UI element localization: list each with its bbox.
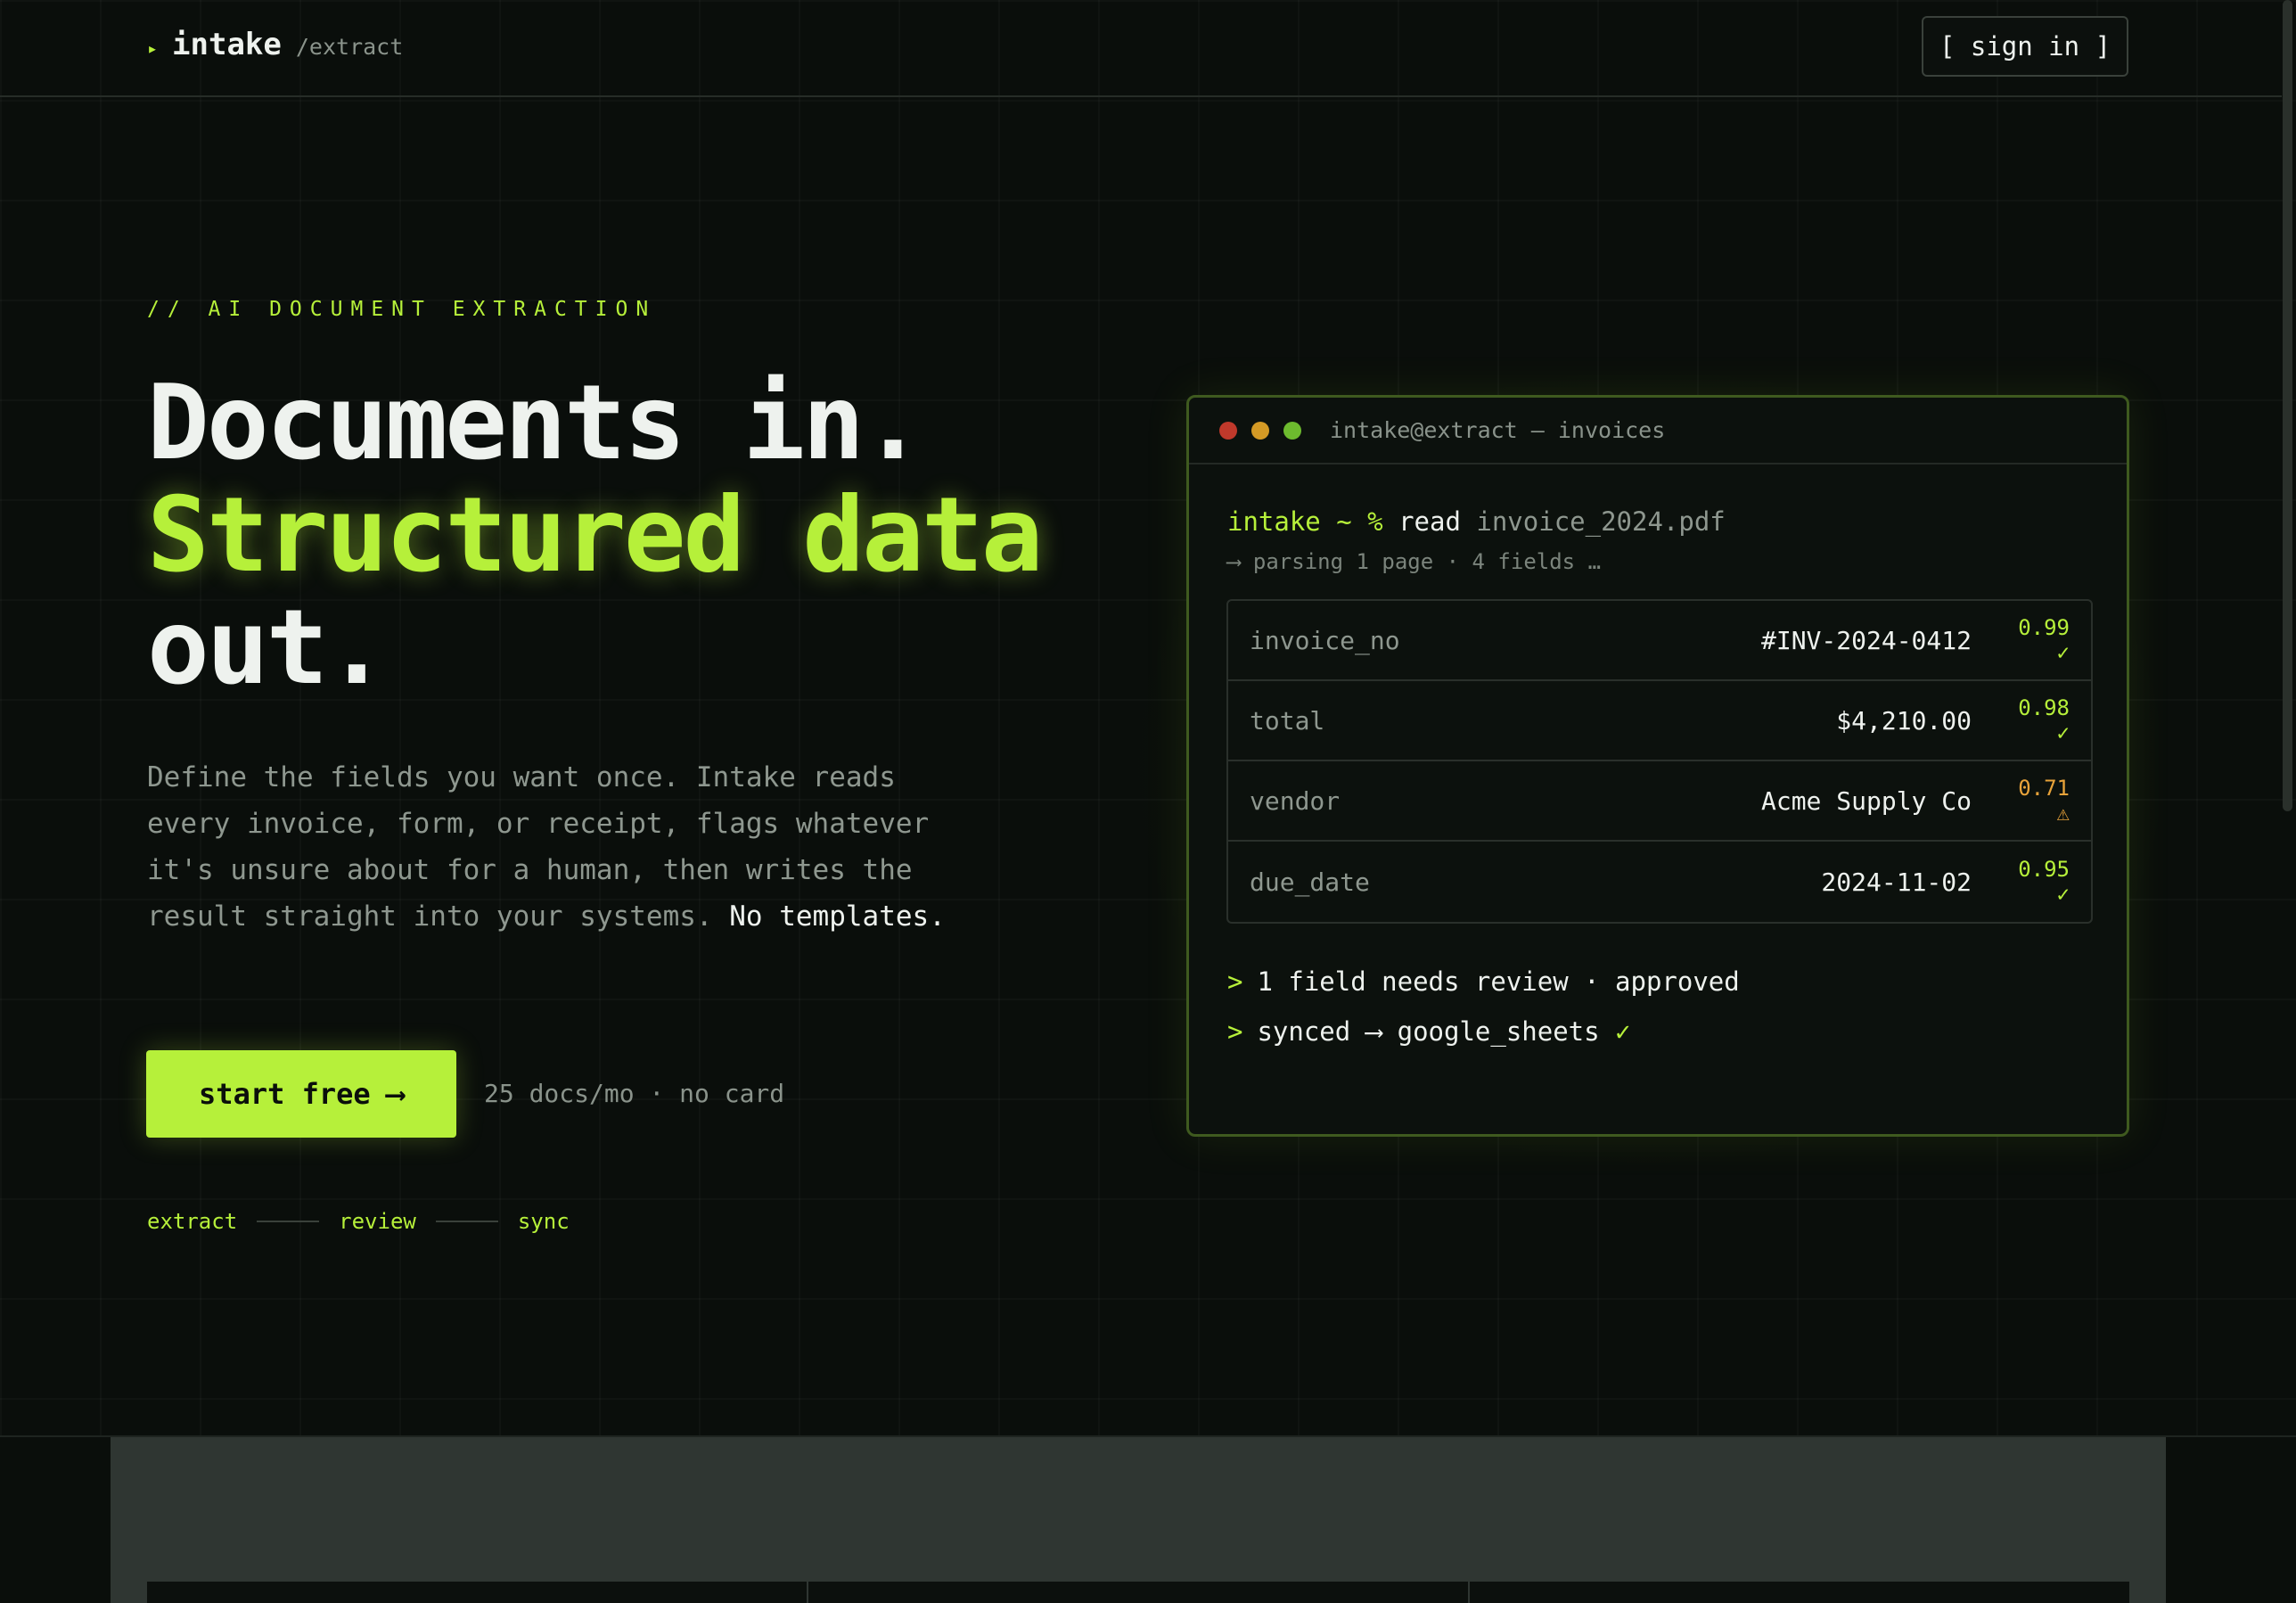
field-value: Acme Supply Co — [1760, 785, 1972, 816]
log-text: synced ⟶ google_sheets — [1257, 1016, 1600, 1047]
log-prefix: > — [1227, 966, 1243, 997]
table-row: vendor Acme Supply Co 0.71 ⚠ — [1228, 761, 2091, 842]
step-review: review — [339, 1209, 416, 1234]
brand-path: /extract — [295, 34, 404, 60]
field-value: $4,210.00 — [1836, 705, 1972, 736]
field-value: 2024-11-02 — [1821, 867, 1972, 897]
log-prefix: > — [1227, 1016, 1243, 1047]
terminal-log-review: >1 field needs review · approved — [1227, 966, 1740, 997]
feature-card — [147, 1582, 807, 1603]
extracted-fields-table: invoice_no #INV-2024-0412 0.99 ✓ total $… — [1226, 599, 2093, 924]
start-free-label: start free — [199, 1077, 371, 1111]
terminal-titlebar: intake@extract — invoices — [1189, 398, 2127, 464]
sign-in-button[interactable]: [ sign in ] — [1922, 16, 2128, 77]
table-row: invoice_no #INV-2024-0412 0.99 ✓ — [1228, 601, 2091, 681]
process-steps: extract review sync — [147, 1209, 570, 1234]
terminal-argument: invoice_2024.pdf — [1476, 506, 1726, 537]
brand-name: intake — [172, 27, 282, 62]
hero-description: Define the fields you want once. Intake … — [147, 754, 976, 940]
scrollbar-thumb[interactable] — [2283, 0, 2292, 811]
field-confidence-warning: 0.71 ⚠ — [2018, 776, 2070, 826]
step-extract: extract — [147, 1209, 238, 1234]
field-key: invoice_no — [1250, 625, 1400, 655]
step-connector — [257, 1221, 320, 1222]
hero-eyebrow: // AI DOCUMENT EXTRACTION — [147, 298, 657, 321]
start-free-button[interactable]: start free ⟶ — [146, 1050, 456, 1138]
brand-logo[interactable]: ▸ intake /extract — [147, 27, 403, 68]
table-row: due_date 2024-11-02 0.95 ✓ — [1228, 842, 2091, 922]
hero-title: Documents in. Structured data out. — [147, 367, 1172, 704]
field-key: due_date — [1250, 867, 1370, 897]
terminal-prompt: intake ~ % — [1227, 506, 1383, 537]
feature-card — [808, 1582, 1468, 1603]
maximize-dot-icon — [1283, 421, 1301, 440]
minimize-dot-icon — [1251, 421, 1269, 440]
hero-title-line-3: out. — [147, 588, 388, 708]
terminal-window: intake@extract — invoices intake ~ % rea… — [1186, 395, 2129, 1137]
terminal-title: intake@extract — invoices — [1330, 417, 1666, 443]
field-confidence: 0.98 ✓ — [2018, 695, 2070, 745]
hero-title-line-2: Structured data — [147, 475, 1044, 596]
terminal-log-sync: > synced ⟶ google_sheets ✓ — [1227, 1016, 1631, 1047]
feature-cards — [147, 1582, 2129, 1603]
terminal-command: read — [1398, 506, 1461, 537]
field-key: total — [1250, 705, 1325, 736]
step-sync: sync — [517, 1209, 570, 1234]
check-icon: ✓ — [1615, 1016, 1631, 1047]
feature-card — [1470, 1582, 2129, 1603]
terminal-parsing-status: ⟶ parsing 1 page · 4 fields … — [1227, 549, 1602, 574]
field-confidence: 0.95 ✓ — [2018, 857, 2070, 907]
lower-section — [111, 1437, 2166, 1603]
log-text: 1 field needs review · approved — [1257, 966, 1740, 997]
terminal-prompt-line: intake ~ % read invoice_2024.pdf — [1227, 506, 1726, 537]
step-connector — [435, 1221, 498, 1222]
table-row: total $4,210.00 0.98 ✓ — [1228, 681, 2091, 761]
close-dot-icon — [1219, 421, 1237, 440]
cta-note: 25 docs/mo · no card — [484, 1079, 785, 1108]
field-value: #INV-2024-0412 — [1760, 625, 1972, 655]
hero-description-strong: No templates. — [729, 900, 946, 933]
top-nav: ▸ intake /extract [ sign in ] — [0, 0, 2282, 97]
arrow-right-icon: ⟶ — [386, 1077, 404, 1111]
field-confidence: 0.99 ✓ — [2018, 615, 2070, 665]
field-key: vendor — [1250, 785, 1341, 816]
play-arrow-icon: ▸ — [147, 37, 159, 59]
hero-title-line-1: Documents in. — [147, 363, 924, 483]
